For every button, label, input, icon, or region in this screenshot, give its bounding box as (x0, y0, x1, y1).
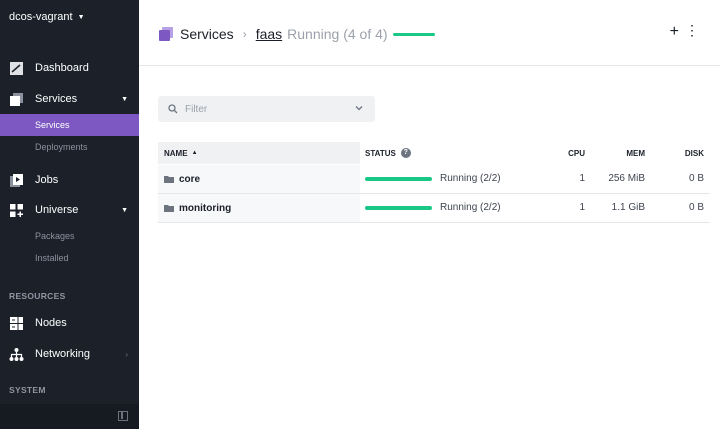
chevron-down-icon: ▼ (121, 206, 128, 214)
table-row[interactable]: monitoring Running (2/2) 1 1.1 GiB 0 B (158, 194, 710, 223)
sidebar-item-services[interactable]: Services ▼ (0, 91, 139, 107)
status-text: Running (2/2) (440, 173, 501, 184)
column-header-status[interactable]: STATUS ? (365, 142, 411, 164)
sidebar-item-label: Services (35, 93, 78, 105)
sort-ascending-icon: ▲ (191, 150, 198, 156)
status-bar (365, 177, 432, 181)
breadcrumb-separator: › (242, 27, 247, 41)
sidebar-item-dashboard[interactable]: Dashboard (0, 60, 139, 76)
name-cell: core (158, 165, 360, 193)
chevron-down-icon: ▼ (121, 95, 128, 103)
name-cell: monitoring (158, 194, 360, 222)
networking-icon (9, 347, 24, 361)
page-header: Services › faas Running (4 of 4) + ⋮ (139, 0, 720, 66)
cpu-value: 1 (579, 173, 585, 184)
chevron-right-icon: › (125, 349, 128, 359)
breadcrumb-services[interactable]: Services (180, 26, 234, 42)
cluster-name: dcos-vagrant (9, 11, 73, 23)
folder-icon (164, 205, 174, 212)
services-icon (159, 27, 173, 41)
sidebar-item-label: Nodes (35, 317, 67, 329)
sidebar: dcos-vagrant ▼ Dashboard Services ▼ Serv… (0, 0, 139, 429)
sidebar-item-networking[interactable]: Networking › (0, 346, 139, 362)
jobs-icon (10, 173, 23, 187)
status-bar (365, 206, 432, 210)
dashboard-icon (10, 61, 23, 75)
cpu-value: 1 (579, 202, 585, 213)
add-service-button[interactable]: + (670, 23, 679, 41)
sidebar-collapse-bar (0, 404, 139, 429)
sidebar-item-jobs[interactable]: Jobs (0, 172, 139, 188)
service-name-link[interactable]: monitoring (179, 203, 231, 214)
sidebar-item-label: Dashboard (35, 62, 89, 74)
sidebar-subitem-deployments[interactable]: Deployments (0, 136, 139, 158)
filter-input[interactable] (185, 101, 345, 117)
service-status-bar (392, 32, 435, 36)
section-heading-system: SYSTEM (9, 385, 46, 395)
sidebar-collapse-icon[interactable] (118, 411, 128, 421)
status-text: Running (2/2) (440, 202, 501, 213)
sidebar-item-label: Universe (35, 204, 79, 216)
disk-value: 0 B (688, 202, 704, 213)
disk-value: 0 B (688, 173, 704, 184)
mem-value: 1.1 GiB (611, 202, 645, 213)
column-header-mem[interactable]: MEM (618, 142, 645, 164)
column-header-name[interactable]: NAME ▲ (158, 142, 360, 164)
column-header-label: STATUS (365, 148, 396, 158)
cluster-switcher[interactable]: dcos-vagrant ▼ (0, 0, 139, 34)
service-name-link[interactable]: core (179, 174, 200, 185)
breadcrumb-service-link[interactable]: faas (256, 26, 282, 42)
sidebar-item-universe[interactable]: Universe ▼ (0, 202, 139, 218)
folder-icon (164, 176, 174, 183)
sidebar-item-nodes[interactable]: Nodes (0, 315, 139, 331)
filter-box (158, 96, 375, 122)
sidebar-subitem-packages[interactable]: Packages (0, 225, 139, 247)
breadcrumb: Services › faas Running (4 of 4) (159, 24, 435, 44)
nodes-icon (10, 316, 23, 330)
universe-icon (10, 203, 23, 217)
sidebar-item-label: Networking (35, 348, 91, 360)
column-header-label: NAME (164, 148, 188, 158)
more-options-button[interactable]: ⋮ (685, 23, 699, 37)
service-status-text: Running (4 of 4) (287, 26, 388, 42)
search-icon (168, 104, 178, 114)
column-header-cpu[interactable]: CPU (566, 142, 585, 164)
mem-value: 256 MiB (608, 173, 645, 184)
section-heading-resources: RESOURCES (9, 291, 66, 301)
help-icon[interactable]: ? (400, 148, 411, 158)
services-icon (10, 92, 23, 106)
caret-down-icon: ▼ (77, 13, 85, 21)
column-header-disk[interactable]: DISK (678, 142, 704, 164)
sidebar-subitem-installed[interactable]: Installed (0, 247, 139, 269)
sidebar-item-label: Jobs (35, 174, 59, 186)
table-row[interactable]: core Running (2/2) 1 256 MiB 0 B (158, 165, 710, 194)
sidebar-subitem-services[interactable]: Services (0, 114, 139, 136)
chevron-down-icon[interactable] (354, 103, 364, 113)
